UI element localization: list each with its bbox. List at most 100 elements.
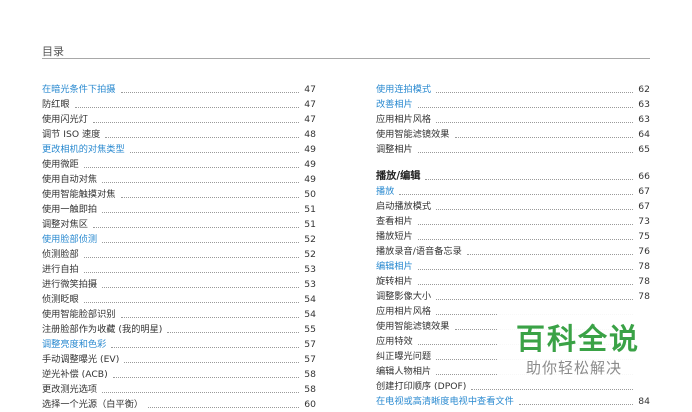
toc-page-number: 47 — [304, 99, 316, 110]
toc-entry[interactable]: 编辑相片 78 — [376, 259, 650, 274]
toc-entry-label: 使用自动对焦 — [42, 174, 98, 185]
toc-page-number: 65 — [638, 144, 650, 155]
toc-entry[interactable]: 更改测光选项 58 — [42, 382, 316, 397]
toc-dot-leader — [120, 317, 299, 318]
toc-entry[interactable]: 使用自动对焦 49 — [42, 172, 316, 187]
toc-entry-label: 使用一触即拍 — [42, 204, 98, 215]
toc-entry[interactable]: 调节 ISO 速度 48 — [42, 127, 316, 142]
toc-page-number: 52 — [304, 249, 316, 260]
toc-entry[interactable]: 进行微笑拍摄 53 — [42, 277, 316, 292]
toc-entry-label: 调整影像大小 — [376, 291, 432, 302]
watermark-overlay: 百科全说 助你轻松解决 — [498, 314, 648, 388]
toc-entry-label: 查看相片 — [376, 216, 413, 227]
toc-entry[interactable]: 使用一触即拍 51 — [42, 202, 316, 217]
toc-entry[interactable]: 在电视或高清晰度电视中查看文件 84 — [376, 394, 650, 409]
toc-page-number: 67 — [638, 201, 650, 212]
toc-entry[interactable]: 调整亮度和色彩 57 — [42, 337, 316, 352]
toc-entry-label: 编辑相片 — [376, 261, 413, 272]
toc-dot-leader — [92, 122, 299, 123]
toc-entry-label: 纠正曝光问题 — [376, 351, 432, 362]
toc-entry[interactable]: 播放录音/语音备忘录 76 — [376, 244, 650, 259]
toc-entry-label: 使用闪光灯 — [42, 114, 88, 125]
toc-entry-label: 播放/编辑 — [376, 171, 421, 182]
toc-entry[interactable]: 使用智能脸部识别 54 — [42, 307, 316, 322]
toc-page-number: 50 — [304, 189, 316, 200]
toc-page-number: 66 — [638, 171, 650, 182]
toc-entry[interactable]: 使用闪光灯 47 — [42, 112, 316, 127]
toc-dot-leader — [417, 152, 633, 153]
toc-dot-leader — [167, 332, 299, 333]
toc-entry[interactable]: 使用连拍模式 62 — [376, 82, 650, 97]
toc-dot-leader — [454, 137, 633, 138]
toc-entry[interactable]: 侦测眨眼 54 — [42, 292, 316, 307]
toc-entry-label: 进行自拍 — [42, 264, 79, 275]
toc-page-number: 53 — [304, 279, 316, 290]
toc-entry[interactable]: 选择一个光源（白平衡） 60 — [42, 397, 316, 412]
toc-entry[interactable]: 播放 67 — [376, 184, 650, 199]
toc-entry-label: 编辑人物相片 — [376, 366, 432, 377]
toc-page-number: 47 — [304, 84, 316, 95]
toc-dot-leader — [83, 167, 299, 168]
toc-page-number: 76 — [638, 246, 650, 257]
toc-entry[interactable]: 使用脸部侦测 52 — [42, 232, 316, 247]
toc-entry-label: 应用相片风格 — [376, 114, 432, 125]
toc-dot-leader — [417, 224, 633, 225]
toc-page-number: 57 — [304, 354, 316, 365]
toc-entry[interactable]: 查看相片 73 — [376, 214, 650, 229]
toc-dot-leader — [518, 404, 633, 405]
toc-left-column: 在暗光条件下拍摄 47 防红眼 47 使用闪光灯 47 调节 ISO 速度 48 更改相机的对焦… — [42, 82, 316, 412]
toc-page-number: 55 — [304, 324, 316, 335]
toc-entry-label: 侦测眨眼 — [42, 294, 79, 305]
watermark-logo: 百科全说 — [516, 322, 641, 356]
toc-page-number: 75 — [638, 231, 650, 242]
toc-entry[interactable]: 手动调整曝光 (EV) 57 — [42, 352, 316, 367]
toc-page-number: 58 — [304, 384, 316, 395]
toc-entry[interactable]: 旋转相片 78 — [376, 274, 650, 289]
toc-page-number: 63 — [638, 99, 650, 110]
toc-dot-leader — [105, 137, 299, 138]
toc-page-number: 67 — [638, 186, 650, 197]
toc-page-number: 73 — [638, 216, 650, 227]
toc-entry[interactable]: 调整影像大小 78 — [376, 289, 650, 304]
toc-page-number: 48 — [304, 129, 316, 140]
toc-dot-leader — [417, 239, 633, 240]
toc-entry[interactable]: 调整对焦区 51 — [42, 217, 316, 232]
toc-section-heading[interactable]: 播放/编辑 66 — [376, 157, 650, 184]
toc-entry-label: 使用智能滤镜效果 — [376, 321, 450, 332]
toc-entry-label: 更改相机的对焦类型 — [42, 144, 125, 155]
toc-entry-label: 进行微笑拍摄 — [42, 279, 98, 290]
toc-dot-leader — [83, 302, 299, 303]
toc-dot-leader — [466, 254, 633, 255]
toc-entry-label: 调整亮度和色彩 — [42, 339, 107, 350]
toc-entry[interactable]: 防红眼 47 — [42, 97, 316, 112]
toc-dot-leader — [399, 194, 633, 195]
toc-entry[interactable]: 注册脸部作为收藏 (我的明星) 55 — [42, 322, 316, 337]
toc-entry[interactable]: 在暗光条件下拍摄 47 — [42, 82, 316, 97]
toc-entry[interactable]: 侦测脸部 52 — [42, 247, 316, 262]
toc-entry[interactable]: 应用相片风格 63 — [376, 112, 650, 127]
toc-entry-label: 更改测光选项 — [42, 384, 98, 395]
watermark-subtitle: 助你轻松解决 — [526, 359, 623, 377]
toc-entry[interactable]: 进行自拍 53 — [42, 262, 316, 277]
toc-entry[interactable]: 使用智能滤镜效果 64 — [376, 127, 650, 142]
toc-entry-label: 调整相片 — [376, 144, 413, 155]
toc-entry[interactable]: 调整相片 65 — [376, 142, 650, 157]
toc-entry[interactable]: 播放短片 75 — [376, 229, 650, 244]
toc-entry-label: 使用脸部侦测 — [42, 234, 98, 245]
toc-entry-label: 调节 ISO 速度 — [42, 129, 101, 140]
toc-entry[interactable]: 逆光补偿 (ACB) 58 — [42, 367, 316, 382]
toc-entry[interactable]: 使用微距 49 — [42, 157, 316, 172]
toc-page-number: 58 — [304, 369, 316, 380]
toc-entry[interactable]: 改善相片 63 — [376, 97, 650, 112]
toc-dot-leader — [83, 257, 299, 258]
toc-entry-label: 应用特效 — [376, 336, 413, 347]
toc-dot-leader — [102, 242, 299, 243]
toc-dot-leader — [74, 107, 299, 108]
toc-entry-label: 使用连拍模式 — [376, 84, 432, 95]
toc-entry[interactable]: 使用智能触摸对焦 50 — [42, 187, 316, 202]
toc-page-number: 52 — [304, 234, 316, 245]
toc-entry-label: 改善相片 — [376, 99, 413, 110]
toc-entry[interactable]: 更改相机的对焦类型 49 — [42, 142, 316, 157]
toc-entry-label: 手动调整曝光 (EV) — [42, 354, 120, 365]
toc-entry[interactable]: 启动播放模式 67 — [376, 199, 650, 214]
